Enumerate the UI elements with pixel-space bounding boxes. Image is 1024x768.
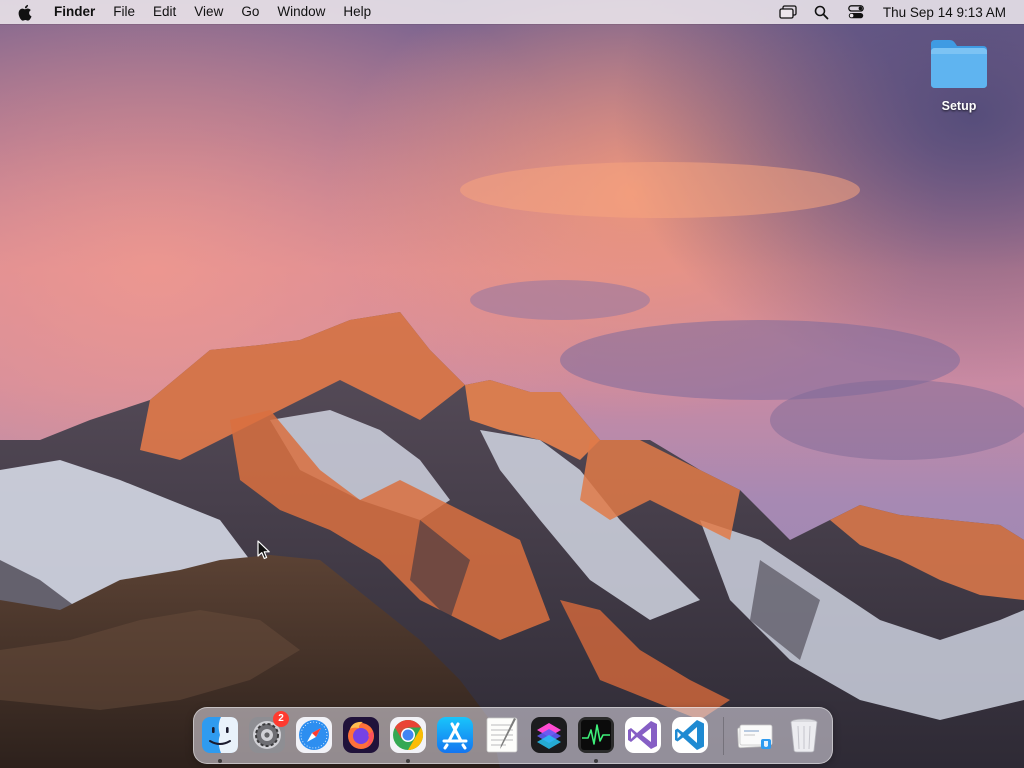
finder-icon [202,717,238,753]
visual-studio-icon [625,717,661,753]
menu-file[interactable]: File [104,0,144,24]
menu-go[interactable]: Go [232,0,268,24]
dock-activity-monitor[interactable] [576,715,616,763]
menu-clock[interactable]: Thu Sep 14 9:13 AM [873,5,1024,20]
dock-downloads-stack[interactable] [735,715,775,755]
running-indicator [218,759,222,763]
textedit-icon [486,717,518,753]
chrome-icon [390,717,426,753]
activity-monitor-icon [578,717,614,753]
menu-view[interactable]: View [185,0,232,24]
dock-safari[interactable] [294,715,334,755]
safari-icon [296,717,332,753]
folder-icon [931,40,987,88]
screen-mirroring-icon[interactable] [771,0,805,24]
menu-help[interactable]: Help [334,0,380,24]
desktop-folder-setup[interactable]: Setup [922,36,996,113]
downloads-stack-icon [737,724,773,749]
dock-visual-studio[interactable] [623,715,663,755]
desktop-wallpaper [0,0,1024,768]
vscode-icon [672,717,708,753]
firefox-icon [343,717,379,753]
trash-icon [790,718,818,753]
menu-window[interactable]: Window [268,0,334,24]
dock-app-store[interactable] [435,715,475,755]
menu-edit[interactable]: Edit [144,0,185,24]
dock-separator [723,717,724,755]
dock-chrome[interactable] [388,715,428,763]
running-indicator [594,759,598,763]
dock-finder[interactable] [200,715,240,763]
dock-vscode[interactable] [670,715,710,755]
control-center-icon[interactable] [839,0,873,24]
mouse-cursor-icon [257,540,270,560]
notification-badge: 2 [273,711,289,727]
menu-bar: Finder File Edit View Go Window Help Thu… [0,0,1024,24]
desktop-item-label: Setup [941,99,977,113]
dock: 2 [193,707,833,764]
app-store-icon [437,717,473,753]
apple-menu-icon[interactable] [17,3,35,21]
menu-app-name[interactable]: Finder [47,0,104,24]
spotlight-search-icon[interactable] [805,0,839,24]
running-indicator [406,759,410,763]
dock-system-settings[interactable]: 2 [247,711,289,755]
dock-shortcuts[interactable] [529,715,569,755]
dock-firefox[interactable] [341,715,381,755]
dock-textedit[interactable] [482,715,522,755]
shortcuts-icon [531,717,567,753]
status-area: Thu Sep 14 9:13 AM [771,0,1024,24]
dock-trash[interactable] [784,715,824,755]
